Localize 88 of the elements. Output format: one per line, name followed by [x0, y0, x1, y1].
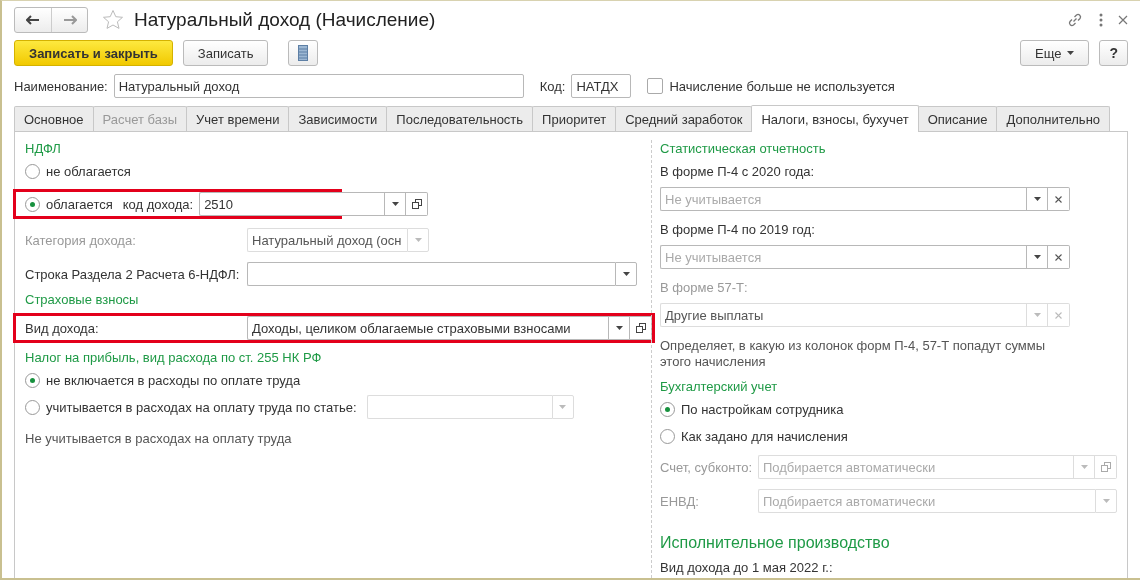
window-title: Натуральный доход (Начисление)	[134, 9, 436, 32]
field-label: Вид дохода до 1 мая 2022 г.:	[660, 559, 834, 577]
clear-button[interactable]	[1048, 245, 1070, 269]
close-icon	[1055, 195, 1062, 203]
section-title: Статистическая отчетность	[660, 140, 827, 158]
more-button[interactable]: Еще	[1020, 40, 1090, 67]
tab[interactable]: Зависимости	[288, 106, 388, 131]
open-button[interactable]	[406, 192, 429, 216]
more-icon[interactable]	[1098, 12, 1104, 29]
hint-text: Определяет, в какую из колонок форм П-4, 57-Т попадут суммы этого начисления	[660, 338, 1046, 370]
field-label: Строка Раздела 2 Расчета 6-НДФЛ:	[25, 266, 241, 282]
windows-icon	[1100, 462, 1111, 472]
radio-label[interactable]: не включается в расходы по оплате труда	[46, 372, 301, 388]
dropdown-button[interactable]	[1026, 187, 1048, 211]
dropdown-button[interactable]	[608, 316, 630, 340]
radio-button[interactable]	[25, 372, 40, 388]
radio-button[interactable]	[660, 428, 675, 444]
field-label: Категория дохода:	[25, 232, 137, 248]
field-label: Вид дохода:	[25, 320, 100, 336]
dropdown-button[interactable]	[1026, 245, 1048, 269]
dropdown-button[interactable]	[615, 262, 637, 286]
clear-button[interactable]	[1048, 187, 1070, 211]
caret-icon	[1102, 499, 1110, 503]
caret-icon	[1033, 255, 1041, 259]
field-label: код дохода:	[122, 196, 194, 212]
tab[interactable]: Описание	[917, 106, 998, 131]
radio-button[interactable]	[660, 401, 675, 417]
caret-icon	[1033, 313, 1041, 317]
field-label: В форме П-4 с 2020 года:	[660, 163, 816, 181]
radio-label[interactable]: По настройкам сотрудника	[681, 401, 844, 417]
section-title: НДФЛ	[25, 140, 62, 158]
caret-icon	[559, 405, 567, 409]
help-button[interactable]: ?	[1099, 40, 1128, 67]
radio-label[interactable]: Как задано для начисления	[681, 428, 848, 444]
hint-text: Не учитывается в расходах на оплату труда	[25, 431, 293, 447]
radio-label[interactable]: учитывается в расходах на оплату труда по статье:	[46, 399, 357, 415]
radio-label[interactable]: не облагается	[46, 163, 131, 179]
windows-icon	[635, 323, 646, 333]
caret-icon	[1067, 51, 1075, 56]
close-icon	[1055, 311, 1062, 319]
tab[interactable]: Основное	[14, 106, 94, 131]
tab[interactable]: Дополнительно	[996, 106, 1111, 131]
list-icon	[298, 45, 309, 62]
section-title: Страховые взносы	[25, 291, 140, 309]
right-arrow-icon	[62, 15, 77, 26]
tab[interactable]: Последовательность	[386, 106, 534, 131]
radio-button[interactable]	[25, 196, 40, 212]
star-icon[interactable]	[102, 9, 124, 32]
input-field[interactable]: Натуральный доход	[113, 74, 524, 99]
open-button[interactable]	[630, 316, 652, 340]
field-label: Код:	[539, 78, 566, 94]
field-label: Наименование:	[14, 78, 108, 94]
input-field[interactable]: Не учитывается	[660, 187, 1026, 211]
field-label: В форме 57-Т:	[660, 279, 749, 297]
checkbox-label[interactable]: Начисление больше не используется	[669, 78, 895, 94]
input-field[interactable]	[247, 262, 615, 286]
section-title: Налог на прибыль, вид расхода по ст. 255 НК РФ	[25, 349, 323, 367]
section-title: Бухгалтерский учет	[660, 378, 779, 396]
caret-icon	[622, 272, 630, 276]
section-heading: Исполнительное производство	[660, 533, 891, 553]
windows-icon	[411, 199, 422, 209]
caret-icon	[1080, 465, 1088, 469]
dropdown-button[interactable]	[384, 192, 407, 216]
field-label: Счет, субконто:	[660, 459, 754, 475]
input-field[interactable]: НАТДХ	[571, 74, 632, 99]
save-close-button[interactable]: Записать и закрыть	[14, 40, 173, 67]
radio-label[interactable]: облагается	[46, 196, 113, 212]
input-field[interactable]: 2510	[199, 192, 385, 216]
close-icon	[1055, 253, 1062, 261]
input-field[interactable]: Доходы, целиком облагаемые страховыми взносами	[247, 316, 608, 340]
field-label: ЕНВД:	[660, 493, 700, 509]
caret-icon	[414, 238, 422, 242]
list-button[interactable]	[288, 40, 319, 67]
tab[interactable]: Налоги, взносы, бухучет	[751, 105, 919, 132]
tab[interactable]: Средний заработок	[615, 106, 753, 131]
save-button[interactable]: Записать	[182, 40, 269, 67]
checkbox[interactable]	[647, 78, 664, 95]
field-label: В форме П-4 по 2019 год:	[660, 221, 816, 239]
caret-icon	[391, 202, 399, 206]
caret-icon	[1033, 197, 1041, 201]
caret-icon	[615, 326, 623, 330]
input-field[interactable]: Не учитывается	[660, 245, 1026, 269]
tab[interactable]: Приоритет	[532, 106, 617, 131]
radio-button[interactable]	[25, 163, 40, 179]
left-arrow-icon	[26, 15, 40, 26]
tab[interactable]: Учет времени	[186, 106, 290, 131]
radio-button[interactable]	[25, 399, 40, 415]
close-icon[interactable]	[1118, 15, 1128, 26]
